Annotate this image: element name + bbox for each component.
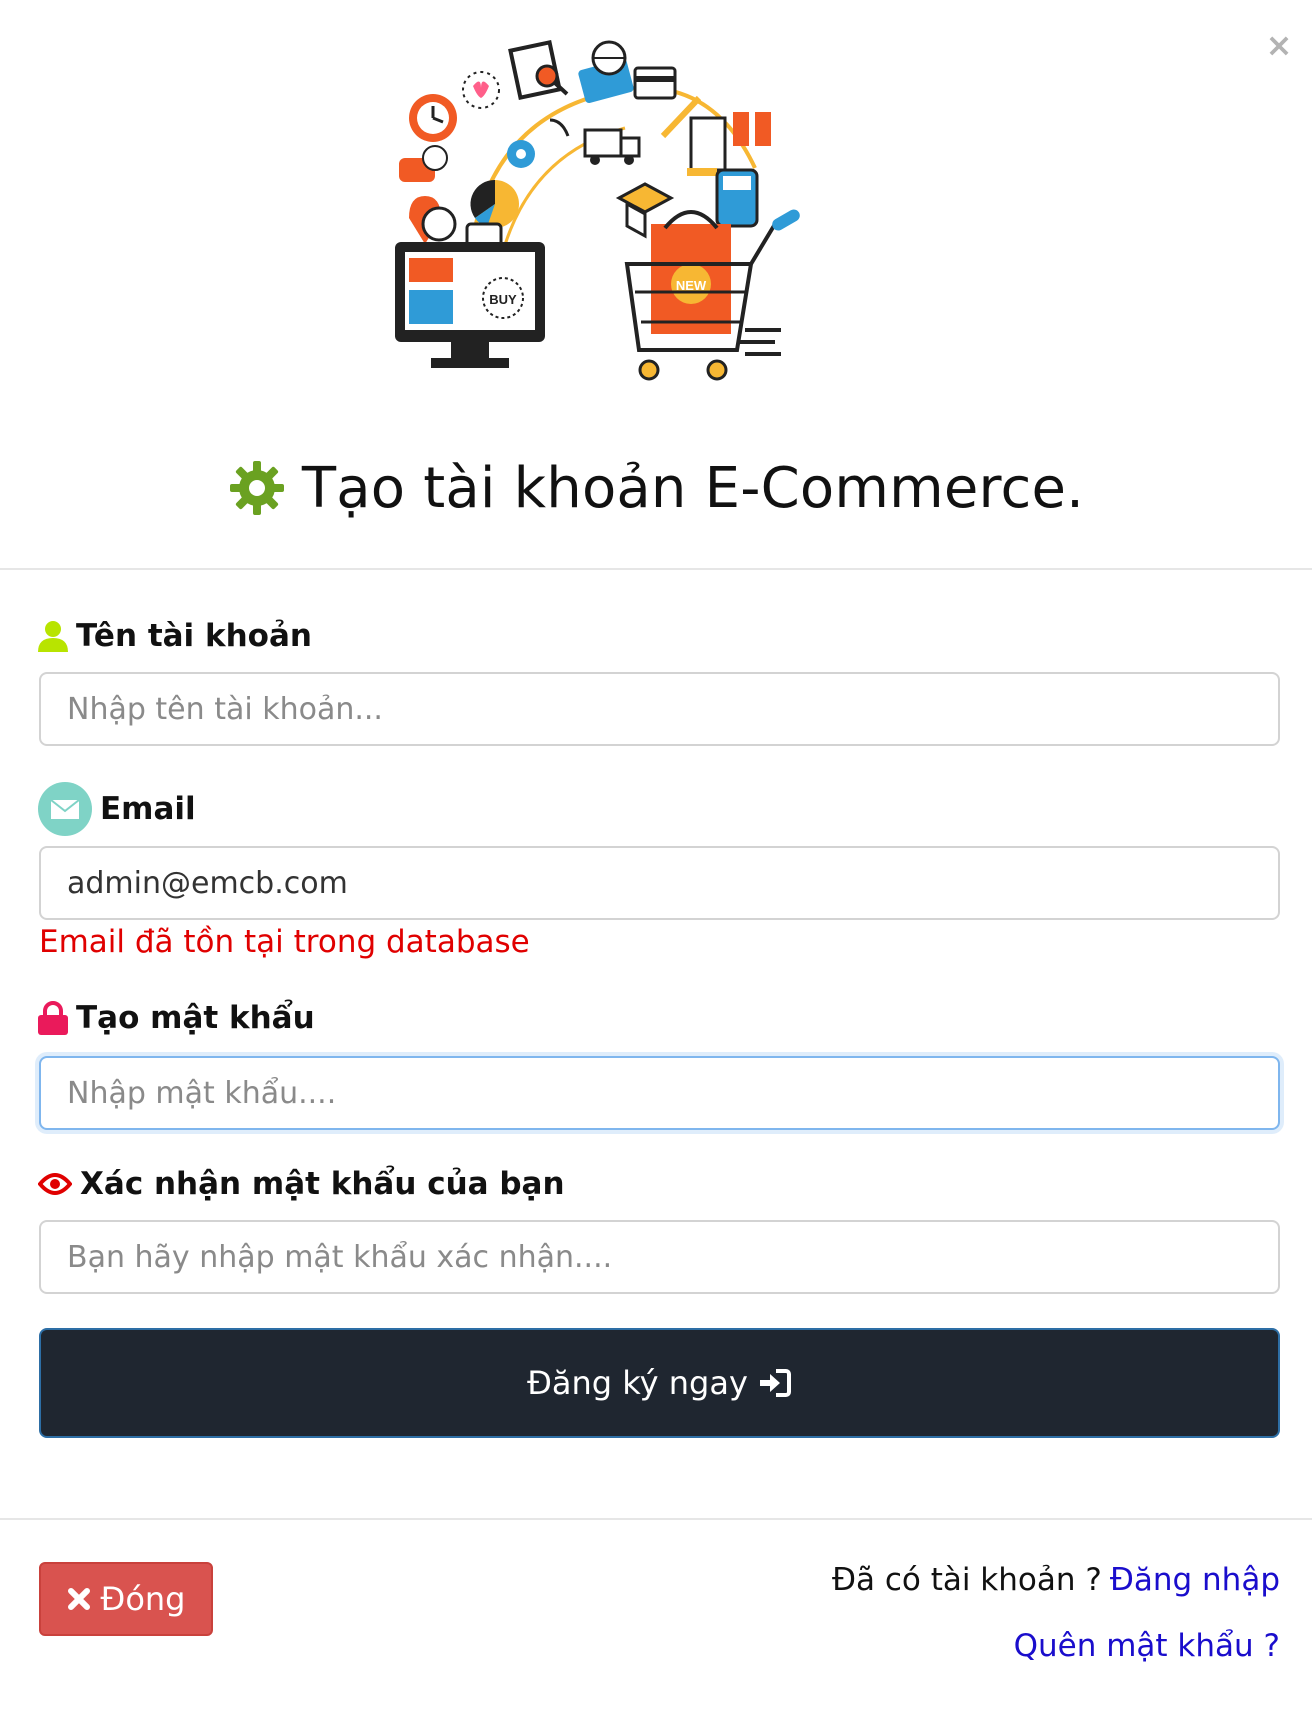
forgot-password-link[interactable]: Quên mật khẩu ? (1014, 1628, 1280, 1664)
register-button-label: Đăng ký ngay (527, 1364, 748, 1402)
modal-title: Tạo tài khoản E-Commerce. (301, 455, 1085, 521)
password-label: Tạo mật khẩu (38, 1000, 315, 1036)
username-label-text: Tên tài khoản (76, 618, 312, 654)
login-link[interactable]: Đăng nhập (1110, 1562, 1280, 1598)
header-divider (0, 568, 1312, 570)
close-button-label: Đóng (100, 1580, 186, 1618)
ecommerce-illustration: BUY NEW (395, 28, 905, 428)
monitor-icon: BUY (395, 242, 545, 368)
eye-icon (38, 1173, 72, 1195)
email-label-text: Email (100, 791, 196, 827)
lock-icon (38, 1001, 68, 1035)
shopping-cart-icon: NEW (624, 209, 800, 381)
shopping-bag-icon (508, 39, 569, 101)
buy-badge-text: BUY (489, 292, 517, 307)
close-modal-button[interactable]: × (1262, 28, 1296, 62)
password-input[interactable] (39, 1056, 1280, 1130)
email-input[interactable] (39, 846, 1280, 920)
footer-divider (0, 1518, 1312, 1520)
password-label-text: Tạo mật khẩu (76, 1000, 315, 1036)
sign-in-icon (759, 1369, 791, 1397)
globe-money-icon (578, 40, 634, 103)
modal-header: Tạo tài khoản E-Commerce. (0, 448, 1312, 528)
username-label: Tên tài khoản (38, 618, 312, 654)
confirm-password-label: Xác nhận mật khẩu của bạn (38, 1166, 565, 1202)
envelope-icon (38, 782, 92, 836)
close-button[interactable]: Đóng (39, 1562, 213, 1636)
login-prompt: Đã có tài khoản ? Đăng nhập (832, 1562, 1280, 1598)
username-input[interactable] (39, 672, 1280, 746)
gear-icon (229, 461, 284, 515)
x-icon (67, 1588, 90, 1610)
confirm-password-label-text: Xác nhận mật khẩu của bạn (80, 1166, 565, 1202)
email-label: Email (38, 782, 196, 836)
email-error-message: Email đã tồn tại trong database (39, 924, 530, 960)
confirm-password-input[interactable] (39, 1220, 1280, 1294)
have-account-text: Đã có tài khoản ? (831, 1562, 1102, 1598)
user-icon (38, 621, 68, 652)
register-button[interactable]: Đăng ký ngay (39, 1328, 1280, 1438)
